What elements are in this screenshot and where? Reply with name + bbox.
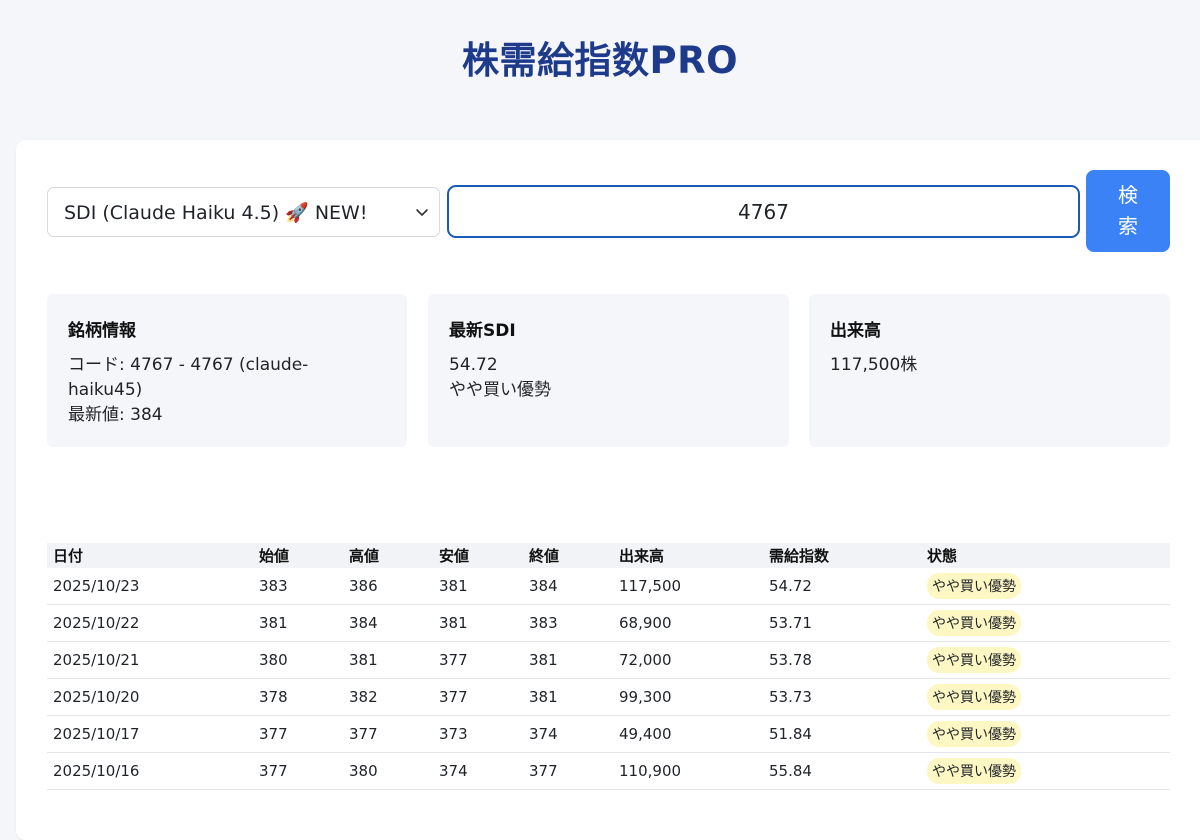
- cell-open: 378: [253, 678, 343, 716]
- search-button-label-2: 索: [1118, 214, 1138, 238]
- cell-low: 381: [433, 604, 523, 642]
- chevron-down-icon: [416, 209, 428, 216]
- cell-low: 381: [433, 568, 523, 605]
- cell-open: 377: [253, 715, 343, 753]
- cell-high: 384: [343, 604, 433, 642]
- cell-open: 377: [253, 752, 343, 790]
- stock-code-input[interactable]: 4767: [447, 185, 1080, 238]
- cell-status: やや買い優勢: [921, 641, 1170, 679]
- stock-info-title: 銘柄情報: [68, 321, 136, 341]
- col-header-sdi: 需給指数: [763, 543, 921, 568]
- cell-open: 383: [253, 568, 343, 605]
- col-header-volume: 出来高: [613, 543, 763, 568]
- search-button-label-1: 検: [1118, 183, 1138, 207]
- table-header-row: 日付 始値 高値 安値 終値 出来高 需給指数 状態: [47, 543, 1170, 568]
- cell-high: 377: [343, 715, 433, 753]
- cell-sdi: 53.71: [763, 604, 921, 642]
- stock-code-value: 4767: [738, 199, 789, 224]
- volume-info-title: 出来高: [830, 321, 881, 341]
- model-select[interactable]: SDI (Claude Haiku 4.5) 🚀 NEW!: [47, 187, 440, 237]
- cell-high: 386: [343, 568, 433, 605]
- cell-volume: 117,500: [613, 568, 763, 605]
- col-header-open: 始値: [253, 543, 343, 568]
- cell-close: 374: [523, 715, 613, 753]
- status-badge: やや買い優勢: [927, 573, 1021, 599]
- cell-date: 2025/10/23: [47, 568, 253, 605]
- cell-volume: 49,400: [613, 715, 763, 753]
- col-header-date: 日付: [47, 543, 253, 568]
- stock-latest-value: 最新値: 384: [68, 405, 163, 425]
- col-header-close: 終値: [523, 543, 613, 568]
- cell-volume: 99,300: [613, 678, 763, 716]
- cell-sdi: 55.84: [763, 752, 921, 790]
- status-badge: やや買い優勢: [927, 758, 1021, 784]
- cell-date: 2025/10/16: [47, 752, 253, 790]
- cell-low: 373: [433, 715, 523, 753]
- status-badge: やや買い優勢: [927, 610, 1021, 636]
- cell-close: 377: [523, 752, 613, 790]
- cell-sdi: 54.72: [763, 568, 921, 605]
- cell-sdi: 53.78: [763, 641, 921, 679]
- cell-low: 374: [433, 752, 523, 790]
- col-header-high: 高値: [343, 543, 433, 568]
- search-button[interactable]: 検 索: [1086, 170, 1170, 252]
- cell-date: 2025/10/20: [47, 678, 253, 716]
- stock-code-line-a: コード: 4767 - 4767 (claude-: [68, 355, 309, 375]
- table-row: 2025/10/22 381 384 381 383 68,900 53.71 …: [47, 604, 1170, 642]
- page-title: 株需給指数PRO: [461, 39, 739, 82]
- cell-date: 2025/10/21: [47, 641, 253, 679]
- cell-low: 377: [433, 641, 523, 679]
- cell-status: やや買い優勢: [921, 752, 1170, 790]
- cell-close: 381: [523, 678, 613, 716]
- table-row: 2025/10/21 380 381 377 381 72,000 53.78 …: [47, 641, 1170, 679]
- cell-close: 381: [523, 641, 613, 679]
- cell-volume: 110,900: [613, 752, 763, 790]
- cell-sdi: 53.73: [763, 678, 921, 716]
- col-header-status: 状態: [921, 543, 1170, 568]
- table-row: 2025/10/23 383 386 381 384 117,500 54.72…: [47, 568, 1170, 605]
- volume-value: 117,500株: [830, 355, 918, 375]
- model-select-value: SDI (Claude Haiku 4.5) 🚀 NEW!: [64, 201, 368, 224]
- status-badge: やや買い優勢: [927, 647, 1021, 673]
- cell-status: やや買い優勢: [921, 678, 1170, 716]
- table-row: 2025/10/20 378 382 377 381 99,300 53.73 …: [47, 678, 1170, 716]
- cell-low: 377: [433, 678, 523, 716]
- history-table: 日付 始値 高値 安値 終値 出来高 需給指数 状態 2025/10/23 38…: [47, 543, 1170, 790]
- cell-open: 381: [253, 604, 343, 642]
- cell-date: 2025/10/17: [47, 715, 253, 753]
- cell-high: 382: [343, 678, 433, 716]
- cell-high: 380: [343, 752, 433, 790]
- status-badge: やや買い優勢: [927, 721, 1021, 747]
- cell-date: 2025/10/22: [47, 604, 253, 642]
- cell-close: 383: [523, 604, 613, 642]
- sdi-value: 54.72: [449, 355, 498, 375]
- cell-open: 380: [253, 641, 343, 679]
- col-header-low: 安値: [433, 543, 523, 568]
- cell-status: やや買い優勢: [921, 604, 1170, 642]
- cell-status: やや買い優勢: [921, 715, 1170, 753]
- cell-volume: 68,900: [613, 604, 763, 642]
- sdi-info-title: 最新SDI: [449, 321, 516, 341]
- table-row: 2025/10/16 377 380 374 377 110,900 55.84…: [47, 752, 1170, 790]
- cell-status: やや買い優勢: [921, 568, 1170, 605]
- stock-info-box: 銘柄情報 コード: 4767 - 4767 (claude- haiku45) …: [47, 294, 407, 447]
- table-row: 2025/10/17 377 377 373 374 49,400 51.84 …: [47, 715, 1170, 753]
- cell-close: 384: [523, 568, 613, 605]
- sdi-status: やや買い優勢: [449, 380, 551, 400]
- stock-code-line-b: haiku45): [68, 380, 143, 400]
- cell-volume: 72,000: [613, 641, 763, 679]
- cell-high: 381: [343, 641, 433, 679]
- sdi-info-box: 最新SDI 54.72 やや買い優勢: [428, 294, 789, 447]
- status-badge: やや買い優勢: [927, 684, 1021, 710]
- volume-info-box: 出来高 117,500株: [809, 294, 1170, 447]
- cell-sdi: 51.84: [763, 715, 921, 753]
